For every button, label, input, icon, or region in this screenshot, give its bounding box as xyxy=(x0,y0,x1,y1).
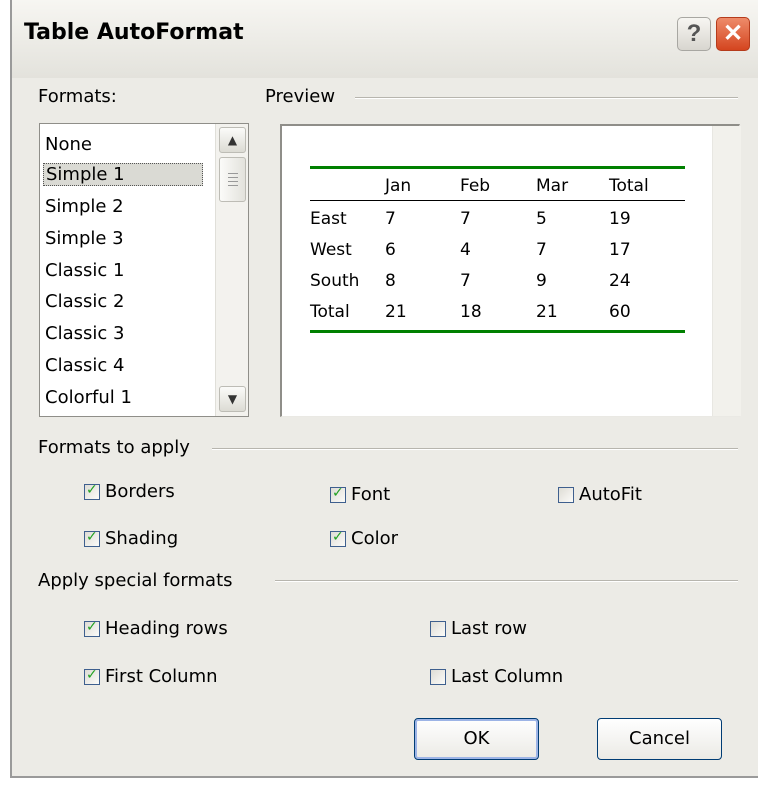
formats-listbox[interactable]: None Simple 1 Simple 2 Simple 3 Classic … xyxy=(39,123,249,417)
checkmark-icon: ✓ xyxy=(86,618,98,635)
preview-separator xyxy=(355,97,738,99)
formats-scrollbar[interactable]: ▲ ▼ xyxy=(215,124,248,416)
preview-header-rule xyxy=(310,200,685,201)
format-item-classic-3[interactable]: Classic 3 xyxy=(45,323,124,344)
preview-cell: West xyxy=(310,240,352,260)
format-item-simple-3[interactable]: Simple 3 xyxy=(45,228,124,249)
heading-rows-checkbox[interactable]: ✓ Heading rows xyxy=(84,618,228,639)
scroll-down-button[interactable]: ▼ xyxy=(219,386,246,412)
close-button[interactable]: ✕ xyxy=(716,17,750,51)
preview-cell: 7 xyxy=(460,209,471,229)
preview-cell: 60 xyxy=(609,302,631,322)
last-row-checkbox[interactable]: Last row xyxy=(430,618,527,639)
font-checkbox[interactable]: ✓ Font xyxy=(330,484,390,505)
preview-cell: East xyxy=(310,209,347,229)
last-row-label: Last row xyxy=(451,618,527,639)
preview-label: Preview xyxy=(265,86,336,107)
format-item-classic-4[interactable]: Classic 4 xyxy=(45,355,124,376)
preview-cell: South xyxy=(310,271,360,291)
format-item-colorful-1[interactable]: Colorful 1 xyxy=(45,387,132,408)
autofit-label: AutoFit xyxy=(579,484,642,505)
preview-header-total: Total xyxy=(609,176,649,196)
format-item-simple-1[interactable]: Simple 1 xyxy=(43,163,203,186)
last-column-checkbox[interactable]: Last Column xyxy=(430,666,563,687)
preview-cell: 21 xyxy=(385,302,407,322)
format-item-simple-2[interactable]: Simple 2 xyxy=(45,196,124,217)
chevron-down-icon: ▼ xyxy=(227,392,238,406)
preview-cell: 5 xyxy=(536,209,547,229)
checkmark-icon: ✓ xyxy=(86,528,98,545)
title-bar[interactable]: Table AutoFormat ? ✕ xyxy=(12,0,758,78)
preview-cell: 4 xyxy=(460,240,471,260)
color-label: Color xyxy=(351,528,398,549)
checkmark-icon: ✓ xyxy=(86,481,98,498)
checkbox-box[interactable] xyxy=(430,668,446,685)
format-item-classic-1[interactable]: Classic 1 xyxy=(45,260,124,281)
scroll-up-button[interactable]: ▲ xyxy=(219,127,246,153)
special-formats-label: Apply special formats xyxy=(38,570,233,591)
preview-header-feb: Feb xyxy=(460,176,491,196)
preview-cell: 9 xyxy=(536,271,547,291)
dialog-title: Table AutoFormat xyxy=(24,20,244,45)
checkmark-icon: ✓ xyxy=(332,484,344,501)
preview-cell: 17 xyxy=(609,240,631,260)
autofit-checkbox[interactable]: AutoFit xyxy=(558,484,642,505)
checkbox-box[interactable]: ✓ xyxy=(84,481,100,500)
checkbox-box[interactable] xyxy=(558,486,574,503)
color-checkbox[interactable]: ✓ Color xyxy=(330,528,398,549)
borders-checkbox[interactable]: ✓ Borders xyxy=(84,481,175,502)
format-item-classic-2[interactable]: Classic 2 xyxy=(45,291,124,312)
last-column-label: Last Column xyxy=(451,666,564,687)
checkbox-box[interactable] xyxy=(430,620,446,637)
shading-label: Shading xyxy=(105,528,179,549)
preview-cell: Total xyxy=(310,302,350,322)
preview-header-jan: Jan xyxy=(385,176,412,196)
special-formats-separator xyxy=(275,580,738,582)
checkbox-box[interactable]: ✓ xyxy=(84,528,100,547)
preview-cell: 7 xyxy=(460,271,471,291)
formats-to-apply-label: Formats to apply xyxy=(38,437,190,458)
preview-cell: 24 xyxy=(609,271,631,291)
cancel-button[interactable]: Cancel xyxy=(597,718,722,760)
first-column-label: First Column xyxy=(105,666,218,687)
preview-cell: 6 xyxy=(385,240,396,260)
preview-top-rule xyxy=(310,166,685,169)
font-label: Font xyxy=(351,484,391,505)
help-button[interactable]: ? xyxy=(677,17,711,51)
checkmark-icon: ✓ xyxy=(86,666,98,683)
preview-cell: 7 xyxy=(536,240,547,260)
borders-label: Borders xyxy=(105,481,175,502)
help-icon: ? xyxy=(686,20,702,47)
preview-header-mar: Mar xyxy=(536,176,569,196)
preview-cell: 18 xyxy=(460,302,482,322)
preview-pane: Jan Feb Mar Total East 7 7 5 19 West 6 4… xyxy=(280,124,741,417)
checkbox-box[interactable]: ✓ xyxy=(84,618,100,637)
formats-to-apply-separator xyxy=(212,448,738,450)
preview-cell: 8 xyxy=(385,271,396,291)
shading-checkbox[interactable]: ✓ Shading xyxy=(84,528,178,549)
checkmark-icon: ✓ xyxy=(332,528,344,545)
heading-rows-label: Heading rows xyxy=(105,618,228,639)
checkbox-box[interactable]: ✓ xyxy=(84,666,100,685)
ok-button[interactable]: OK xyxy=(414,718,539,760)
first-column-checkbox[interactable]: ✓ First Column xyxy=(84,666,218,687)
chevron-up-icon: ▲ xyxy=(227,133,238,147)
preview-scroll-edge xyxy=(712,126,741,416)
format-item-none[interactable]: None xyxy=(45,134,92,155)
checkbox-box[interactable]: ✓ xyxy=(330,484,346,503)
preview-cell: 19 xyxy=(609,209,631,229)
close-icon: ✕ xyxy=(722,20,744,47)
preview-bottom-rule xyxy=(310,330,685,333)
table-autoformat-dialog: Table AutoFormat ? ✕ Formats: None Simpl… xyxy=(10,0,758,778)
preview-cell: 21 xyxy=(536,302,558,322)
scroll-thumb[interactable] xyxy=(219,157,246,202)
preview-cell: 7 xyxy=(385,209,396,229)
checkbox-box[interactable]: ✓ xyxy=(330,528,346,547)
formats-label: Formats: xyxy=(38,86,117,107)
